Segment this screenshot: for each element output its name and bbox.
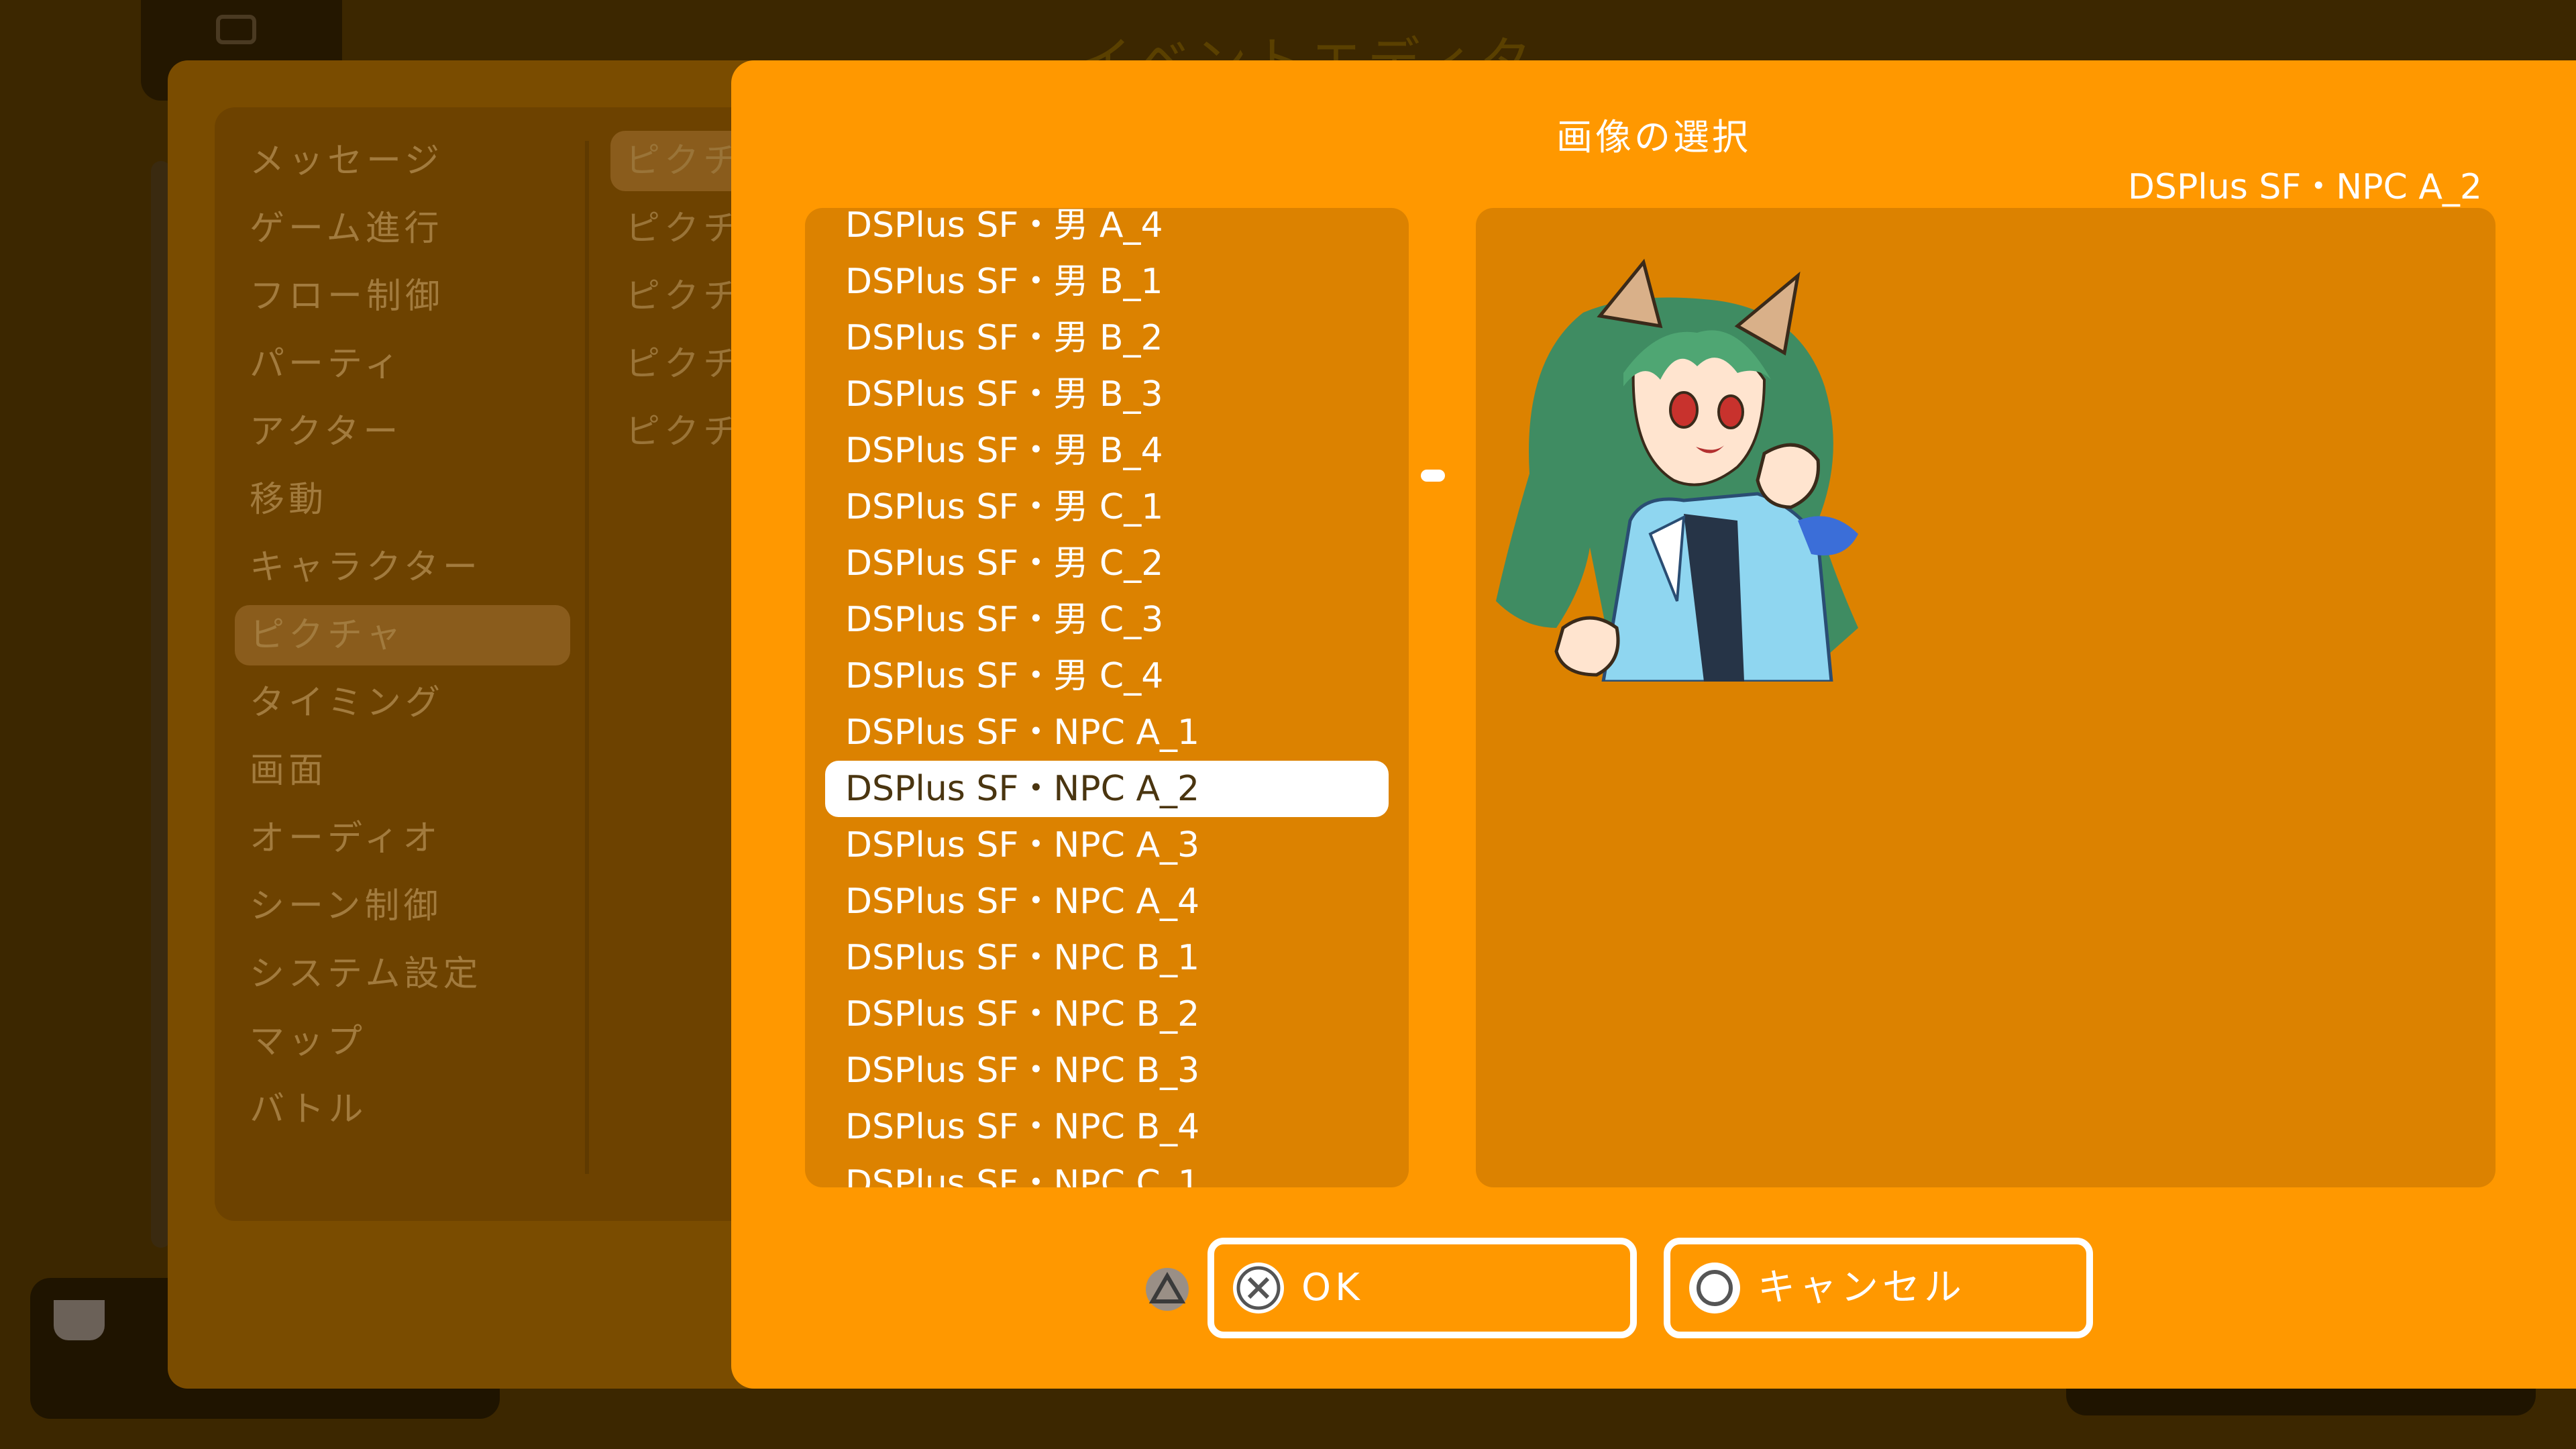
- image-list-item[interactable]: DSPlus SF・男 B_4: [825, 423, 1389, 479]
- category-item[interactable]: タイミング: [235, 673, 570, 733]
- image-list-item-selected[interactable]: DSPlus SF・NPC A_2: [825, 761, 1389, 817]
- category-item[interactable]: 移動: [235, 470, 570, 530]
- image-list-panel[interactable]: DSPlus SF・男 A_4 DSPlus SF・男 B_1 DSPlus SF・…: [805, 208, 1409, 1187]
- category-item[interactable]: 画面: [235, 741, 570, 801]
- ok-button[interactable]: OK: [1208, 1238, 1637, 1338]
- category-item[interactable]: バトル: [235, 1079, 570, 1140]
- category-item[interactable]: キャラクター: [235, 537, 570, 598]
- character-portrait-preview: [1496, 258, 1858, 682]
- category-item[interactable]: システム設定: [235, 944, 570, 1004]
- image-list-item[interactable]: DSPlus SF・男 C_1: [825, 479, 1389, 535]
- image-list-item[interactable]: DSPlus SF・NPC A_4: [825, 873, 1389, 930]
- category-item[interactable]: シーン制御: [235, 876, 570, 936]
- image-list-item[interactable]: DSPlus SF・男 B_3: [825, 366, 1389, 423]
- ok-button-label: OK: [1301, 1266, 1364, 1309]
- triangle-button-icon: [1146, 1268, 1189, 1311]
- category-item[interactable]: ゲーム進行: [235, 199, 570, 259]
- selected-image-name: DSPlus SF・NPC A_2: [2127, 167, 2482, 207]
- subcommand-item[interactable]: ピクチ: [610, 266, 745, 327]
- image-list-item[interactable]: DSPlus SF・NPC B_3: [825, 1042, 1389, 1099]
- basket-icon: [54, 1300, 105, 1340]
- image-list-item[interactable]: DSPlus SF・男 C_2: [825, 535, 1389, 592]
- circle-button-icon: [1689, 1263, 1740, 1313]
- category-item[interactable]: ピクチャ: [235, 605, 570, 665]
- l2-button-icon: [216, 15, 256, 44]
- subcommand-item[interactable]: ピクチ: [610, 334, 745, 394]
- category-divider: [585, 141, 589, 1174]
- scroll-indicator[interactable]: [1421, 470, 1445, 482]
- image-list-item[interactable]: DSPlus SF・男 B_2: [825, 310, 1389, 366]
- category-item[interactable]: フロー制御: [235, 266, 570, 327]
- image-preview-panel: [1476, 208, 2496, 1187]
- cancel-button[interactable]: キャンセル: [1664, 1238, 2093, 1338]
- image-list-item[interactable]: DSPlus SF・NPC A_3: [825, 817, 1389, 873]
- dialog-title: 画像の選択: [1556, 116, 1751, 158]
- image-list-item[interactable]: DSPlus SF・NPC B_1: [825, 930, 1389, 986]
- category-item[interactable]: オーディオ: [235, 808, 570, 869]
- image-list-item[interactable]: DSPlus SF・男 C_3: [825, 592, 1389, 648]
- category-item[interactable]: マップ: [235, 1012, 570, 1072]
- image-list-item[interactable]: DSPlus SF・NPC B_4: [825, 1099, 1389, 1155]
- image-list-item[interactable]: DSPlus SF・NPC B_2: [825, 986, 1389, 1042]
- image-list-item[interactable]: DSPlus SF・NPC C_1: [825, 1155, 1389, 1187]
- subcommand-item[interactable]: ピクチ: [610, 131, 745, 191]
- cancel-button-label: キャンセル: [1758, 1266, 1966, 1309]
- subcommand-item[interactable]: ピクチ: [610, 402, 745, 462]
- image-list-item[interactable]: DSPlus SF・NPC A_1: [825, 704, 1389, 761]
- image-list-item[interactable]: DSPlus SF・男 C_4: [825, 648, 1389, 704]
- image-list-item[interactable]: DSPlus SF・男 A_4: [825, 208, 1389, 254]
- image-list-item[interactable]: DSPlus SF・男 B_1: [825, 254, 1389, 310]
- category-item[interactable]: メッセージ: [235, 131, 570, 191]
- cross-button-icon: [1233, 1263, 1284, 1313]
- subcommand-item[interactable]: ピクチ: [610, 199, 745, 259]
- category-item[interactable]: アクター: [235, 402, 570, 462]
- category-item[interactable]: パーティ: [235, 334, 570, 394]
